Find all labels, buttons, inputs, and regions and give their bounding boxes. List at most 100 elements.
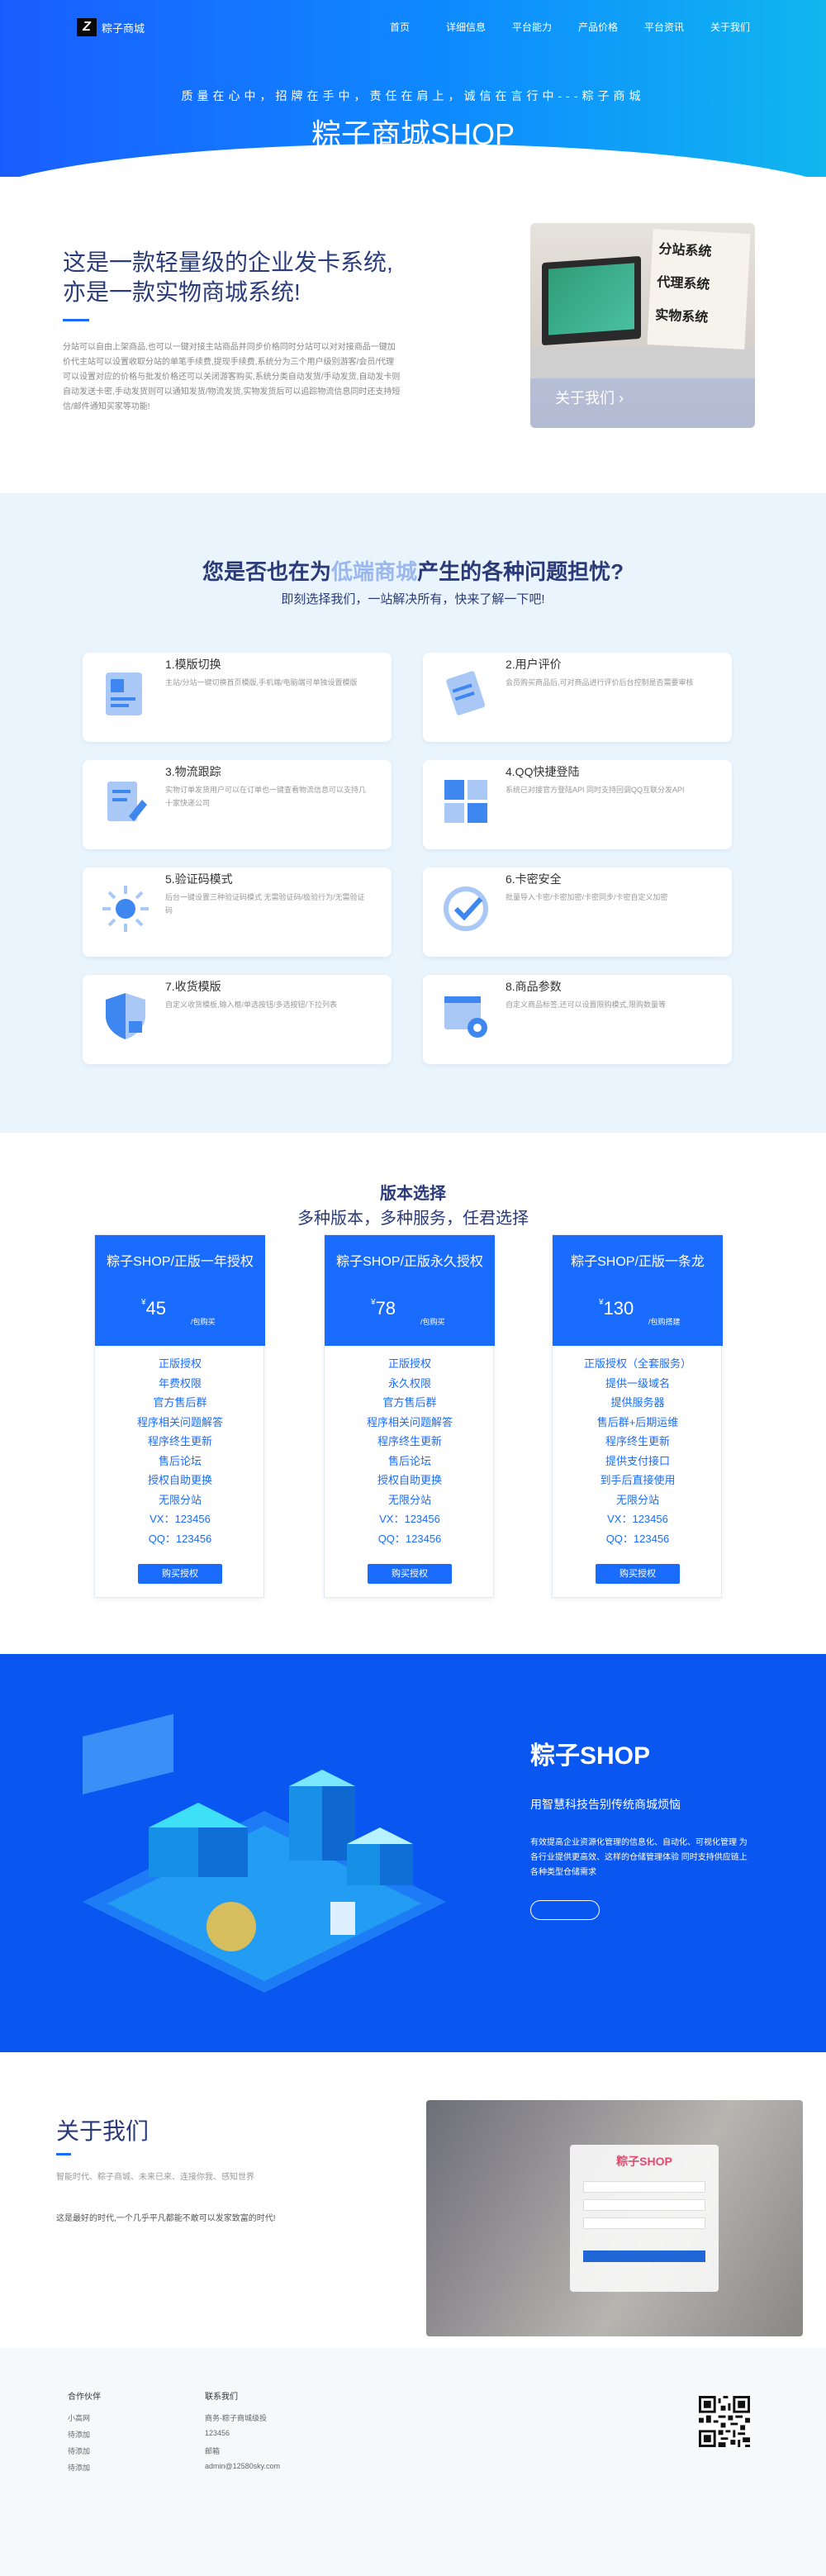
footer-partner-link[interactable]: 待添加 (68, 2429, 90, 2440)
edit-document-icon (107, 782, 147, 821)
plan-feature: 到手后直接使用 (600, 1474, 676, 1486)
laptop-illustration (542, 255, 641, 346)
intro-title-line2: 亦是一款实物商城系统! (63, 279, 301, 305)
about-image: 粽子SHOP (426, 2100, 803, 2336)
plan-header: 粽子SHOP/正版永久授权 ¥78 /包购买 (325, 1235, 495, 1346)
settings-window-icon (444, 996, 487, 1038)
plan-feature: 程序终生更新 (147, 1435, 212, 1447)
feature-card-params: 8.商品参数 自定义商品标签,还可以设置限购模式,限购数量等 (423, 975, 732, 1064)
plan-card-full-service: 粽子SHOP/正版一条龙 ¥130 /包购搭建 正版授权（全套服务） 提供一级域… (552, 1234, 723, 1598)
plan-unit: /包购买 (420, 1318, 445, 1326)
plan-header: 粽子SHOP/正版一条龙 ¥130 /包购搭建 (553, 1235, 723, 1346)
plan-name: 粽子SHOP/正版一条龙 (571, 1255, 705, 1269)
plan-feature: VX：123456 (379, 1513, 440, 1525)
versions-subtitle: 多种版本，多种服务，任君选择 (297, 1210, 529, 1228)
template-icon (106, 673, 142, 715)
plan-feature: VX：123456 (150, 1513, 211, 1525)
plan-feature: 程序相关问题解答 (136, 1415, 223, 1428)
feature-card-logistics: 3.物流跟踪 实物订单发货用户可以在订单也一键查看物流信息可以支持几十家快递公司 (83, 760, 392, 849)
card-title: 5.验证码模式 (165, 872, 233, 886)
card-desc: 系统已对接官方登陆API 同时支持回调QQ互联分发API (506, 786, 685, 794)
card-title: 7.收货模版 (165, 980, 221, 993)
plan-unit: /包购搭建 (648, 1318, 681, 1326)
plan-name: 粽子SHOP/正版永久授权 (336, 1255, 483, 1269)
plan-feature: 正版授权（全套服务） (583, 1357, 691, 1370)
footer-contact-item: 邮箱 (205, 2447, 221, 2455)
intro-image[interactable]: 分站系统 代理系统 实物系统 关于我们 › (530, 223, 755, 428)
card-title: 3.物流跟踪 (165, 765, 221, 778)
intro-title-line1: 这是一款轻量级的企业发卡系统, (63, 250, 393, 275)
form-field (583, 2199, 705, 2211)
hero-brand: 粽子商城SHOP (311, 117, 515, 151)
nav-capabilities[interactable]: 平台能力 (509, 20, 555, 34)
plan-card-permanent: 粽子SHOP/正版永久授权 ¥78 /包购买 正版授权 永久权限 官方售后群 程… (324, 1234, 495, 1598)
feature-banner: 粽子SHOP 用智慧科技告别传统商城烦恼 有效提高企业资源化管理的信息化、自动化… (0, 1654, 826, 2052)
nav-news[interactable]: 平台资讯 (641, 20, 687, 34)
problems-title-post: 产生的各种问题担忧? (417, 559, 624, 584)
nav-pricing[interactable]: 产品价格 (575, 20, 621, 34)
plan-feature: 程序终生更新 (377, 1435, 442, 1447)
plan-header: 粽子SHOP/正版一年授权 ¥45 /包购买 (95, 1235, 265, 1346)
plan-feature: QQ：123456 (148, 1532, 212, 1545)
card-desc: 主站/分站一键切换首页模版,手机端/电脑端可单独设置模版 (165, 678, 358, 687)
footer-contact-item: 123456 (205, 2429, 230, 2437)
buy-button[interactable]: 购买授权 (138, 1564, 222, 1584)
nav-home[interactable]: 首页 (377, 20, 423, 34)
footer-partner-link[interactable]: 小高网 (68, 2412, 90, 2423)
card-desc: 自定义商品标签,还可以设置限购模式,限购数量等 (506, 1000, 667, 1009)
shield-lock-icon (106, 993, 145, 1039)
about-text: 这是最好的时代,一个几乎平凡都能不敢可以发家致富的时代! (56, 2214, 276, 2223)
main-nav: 首页 详细信息 平台能力 产品价格 平台资讯 关于我们 (357, 20, 753, 34)
nav-about[interactable]: 关于我们 (707, 20, 753, 34)
plan-price-value: 45 (145, 1298, 167, 1319)
card-desc: 批量导入卡密/卡密加密/卡密同步/卡密自定义加密 (506, 893, 668, 901)
feature-desc: 有效提高企业资源化管理的信息化、自动化、可视化管理 为各行业提供更高效、这样的仓… (530, 1838, 748, 1877)
form-field (583, 2181, 705, 2193)
site-footer (0, 2348, 826, 2576)
form-field (583, 2217, 705, 2229)
login-form-mockup: 粽子SHOP (570, 2145, 719, 2292)
intro-image-caption[interactable]: 关于我们 › (530, 378, 755, 428)
plan-unit: /包购买 (191, 1318, 216, 1326)
plan-price: ¥130 (599, 1298, 634, 1319)
site-logo[interactable]: Z 粽子商城 (77, 18, 145, 36)
logo-mark: Z (77, 18, 97, 36)
intro-text: 分站可以自由上架商品,也可以一键对接主站商品并同步价格同时分站可以对对接商品一键… (63, 343, 401, 411)
footer-partner-link[interactable]: 待添加 (68, 2462, 90, 2473)
document-icon (446, 671, 486, 715)
grid-icon (444, 780, 487, 823)
plan-features: 正版授权 永久权限 官方售后群 程序相关问题解答 程序终生更新 售后论坛 授权自… (325, 1354, 495, 1548)
about-us-link[interactable]: 关于我们 › (555, 387, 624, 408)
about-tagline: 智能时代、粽子商城、未来已来、连接你我、感知世界 (56, 2173, 254, 2182)
plan-name: 粽子SHOP/正版一年授权 (107, 1255, 254, 1269)
plan-feature: 售后论坛 (387, 1454, 431, 1467)
note-line3: 实物系统 (654, 307, 709, 326)
more-button[interactable] (530, 1900, 600, 1920)
form-title: 粽子SHOP (616, 2155, 672, 2168)
about-title: 关于我们 (56, 2118, 150, 2144)
card-title: 4.QQ快捷登陆 (506, 765, 580, 778)
footer-partner-link[interactable]: 待添加 (68, 2445, 90, 2456)
buy-button[interactable]: 购买授权 (596, 1564, 680, 1584)
plan-features: 正版授权 年费权限 官方售后群 程序相关问题解答 程序终生更新 售后论坛 授权自… (95, 1354, 265, 1548)
about-divider (56, 2153, 71, 2155)
plan-price-value: 78 (375, 1298, 396, 1319)
note-line2: 代理系统 (656, 273, 710, 292)
buy-button[interactable]: 购买授权 (368, 1564, 452, 1584)
plan-price: ¥78 (371, 1298, 396, 1319)
plan-feature: 提供服务器 (610, 1396, 665, 1409)
feature-card-template: 1.模版切换 主站/分站一键切换首页模版,手机端/电脑端可单独设置模版 (83, 653, 392, 742)
plan-feature: 官方售后群 (153, 1396, 207, 1409)
nav-details[interactable]: 详细信息 (443, 20, 489, 34)
sun-icon (102, 886, 149, 932)
problems-title-pre: 您是否也在为 (202, 559, 332, 584)
feature-card-shipping: 7.收货模版 自定义收货模板,输入框/单选按钮/多选按钮/下拉列表 (83, 975, 392, 1064)
card-desc: 自定义收货模板,输入框/单选按钮/多选按钮/下拉列表 (165, 1000, 338, 1009)
plan-feature: 官方售后群 (382, 1396, 437, 1409)
plan-feature: 提供支付接口 (605, 1454, 670, 1467)
footer-contact-title: 联系我们 (205, 2393, 238, 2402)
sticky-note: 分站系统 代理系统 实物系统 (647, 229, 751, 349)
footer-contact-email[interactable]: admin@12580sky.com (205, 2462, 280, 2470)
plan-card-yearly: 粽子SHOP/正版一年授权 ¥45 /包购买 正版授权 年费权限 官方售后群 程… (94, 1234, 265, 1598)
plan-price: ¥45 (141, 1298, 166, 1319)
